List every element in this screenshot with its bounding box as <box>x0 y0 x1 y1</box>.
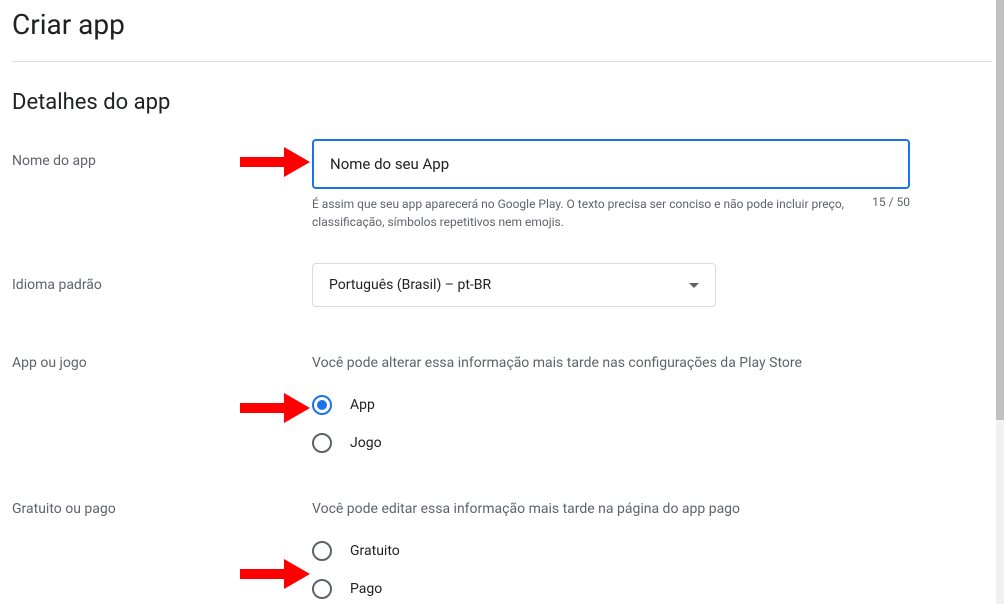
input-col-app-or-game: Você pode alterar essa informação mais t… <box>312 355 922 453</box>
radio-group-free-or-paid: Gratuito Pago <box>312 541 922 599</box>
label-language: Idioma padrão <box>12 263 312 293</box>
language-selected-value: Português (Brasil) – pt-BR <box>329 277 491 293</box>
helper-row: É assim que seu app aparecerá no Google … <box>312 195 910 231</box>
radio-icon <box>312 579 332 599</box>
helper-text-app-name: É assim que seu app aparecerá no Google … <box>312 195 872 231</box>
form-container: Criar app Detalhes do app Nome do app É … <box>0 0 1004 604</box>
section-title: Detalhes do app <box>12 90 992 115</box>
scrollbar-track[interactable] <box>996 0 1004 604</box>
radio-dot-icon <box>317 400 327 410</box>
input-col-language: Português (Brasil) – pt-BR <box>312 263 922 307</box>
chevron-down-icon <box>689 283 699 288</box>
radio-label-paid: Pago <box>350 581 382 597</box>
language-select[interactable]: Português (Brasil) – pt-BR <box>312 263 716 307</box>
char-count: 15 / 50 <box>872 195 910 231</box>
row-app-or-game: App ou jogo Você pode alterar essa infor… <box>12 355 992 453</box>
row-free-or-paid: Gratuito ou pago Você pode editar essa i… <box>12 501 992 599</box>
label-app-or-game: App ou jogo <box>12 355 312 371</box>
radio-option-game[interactable]: Jogo <box>312 433 922 453</box>
divider <box>12 61 992 62</box>
radio-icon <box>312 541 332 561</box>
radio-group-app-or-game: App Jogo <box>312 395 922 453</box>
radio-option-free[interactable]: Gratuito <box>312 541 922 561</box>
arrow-annotation-icon <box>240 559 310 589</box>
radio-icon <box>312 433 332 453</box>
radio-label-app: App <box>350 397 375 413</box>
radio-icon <box>312 395 332 415</box>
page-title: Criar app <box>12 8 992 41</box>
info-free-or-paid: Você pode editar essa informação mais ta… <box>312 501 922 517</box>
info-app-or-game: Você pode alterar essa informação mais t… <box>312 355 922 371</box>
arrow-annotation-icon <box>240 393 310 423</box>
input-col-free-or-paid: Você pode editar essa informação mais ta… <box>312 501 922 599</box>
label-app-name: Nome do app <box>12 139 312 169</box>
app-name-input[interactable] <box>312 139 910 189</box>
radio-label-free: Gratuito <box>350 543 400 559</box>
row-language: Idioma padrão Português (Brasil) – pt-BR <box>12 263 992 307</box>
scrollbar-thumb[interactable] <box>996 0 1004 420</box>
radio-option-app[interactable]: App <box>312 395 922 415</box>
radio-label-game: Jogo <box>350 435 382 451</box>
label-free-or-paid: Gratuito ou pago <box>12 501 312 517</box>
radio-option-paid[interactable]: Pago <box>312 579 922 599</box>
input-col-app-name: É assim que seu app aparecerá no Google … <box>312 139 922 231</box>
row-app-name: Nome do app É assim que seu app aparecer… <box>12 139 992 231</box>
